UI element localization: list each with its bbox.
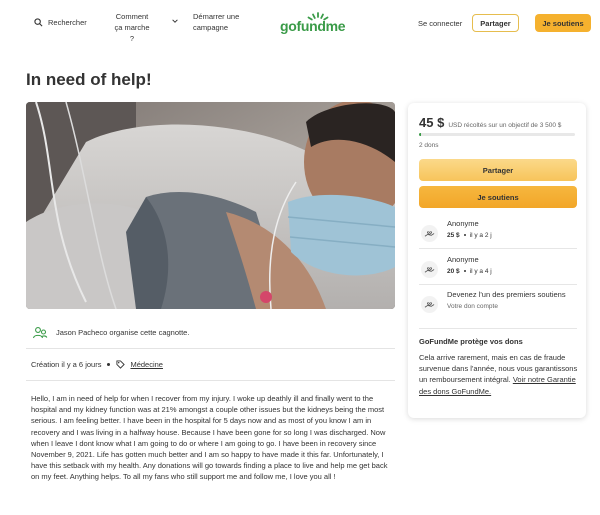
progress-bar-fill	[419, 133, 422, 136]
first-donor-subtitle: Votre don compte	[447, 303, 498, 310]
separator-dot	[107, 363, 111, 366]
organizer-text: Jason Pacheco organise cette cagnotte.	[56, 328, 190, 337]
donor-details: 20 $ il y a 4 j	[447, 268, 492, 275]
donor-icon	[421, 225, 438, 242]
donor-amount: 25 $	[447, 232, 460, 239]
top-nav: Rechercher Comment ça marche ? Démarrer …	[0, 0, 600, 46]
first-donor-title: Devenez l'un des premiers soutiens	[447, 290, 566, 299]
donor-name: Anonyme	[447, 255, 479, 264]
hand-heart-icon	[424, 302, 435, 308]
donor-time: il y a 4 j	[469, 268, 492, 275]
divider	[419, 328, 577, 329]
tag-icon	[116, 360, 126, 369]
campaign-story: Hello, I am in need of help for when I r…	[31, 394, 388, 482]
header-share-button[interactable]: Partager	[472, 14, 519, 32]
protection-title: GoFundMe protège vos dons	[419, 337, 523, 346]
organizer-icon	[32, 326, 48, 338]
search-button[interactable]: Rechercher	[34, 17, 87, 28]
hand-heart-icon	[424, 267, 435, 273]
search-label: Rechercher	[48, 18, 87, 27]
search-icon	[34, 18, 43, 27]
donor-icon	[421, 261, 438, 278]
share-button[interactable]: Partager	[419, 159, 577, 181]
goal-text: USD récoltés sur un objectif de 3 500 $	[448, 122, 562, 129]
how-it-works-link[interactable]: Comment ça marche ?	[112, 11, 152, 44]
login-link[interactable]: Se connecter	[418, 18, 462, 29]
organizer-row: Jason Pacheco organise cette cagnotte.	[26, 319, 395, 346]
donor-details: 25 $ il y a 2 j	[447, 232, 492, 239]
gofundme-logo[interactable]: gofundme	[280, 12, 366, 34]
campaign-photo	[26, 102, 395, 309]
campaign-meta: Création il y a 6 jours Médecine	[31, 360, 163, 369]
donor-icon	[421, 296, 438, 313]
amount-raised: 45 $	[419, 115, 445, 130]
donations-count: 2 dons	[419, 142, 439, 149]
created-date: Création il y a 6 jours	[31, 360, 102, 369]
donor-name: Anonyme	[447, 219, 479, 228]
header-donate-button[interactable]: Je soutiens	[535, 14, 591, 32]
hand-heart-icon	[424, 231, 435, 237]
progress-bar	[419, 133, 575, 136]
donate-button[interactable]: Je soutiens	[419, 186, 577, 208]
donor-time: il y a 2 j	[469, 232, 492, 239]
hospital-patient-image	[26, 102, 395, 309]
protection-text: Cela arrive rarement, mais en cas de fra…	[419, 352, 579, 397]
chevron-down-icon	[172, 19, 178, 23]
amount-row: 45 $ USD récoltés sur un objectif de 3 5…	[419, 115, 561, 130]
page-title: In need of help!	[26, 70, 152, 89]
divider	[419, 284, 577, 285]
how-it-works-dropdown[interactable]	[171, 17, 179, 28]
divider	[26, 380, 395, 381]
donation-card: 45 $ USD récoltés sur un objectif de 3 5…	[408, 103, 586, 418]
first-donor-prompt[interactable]: Devenez l'un des premiers soutiens Votre…	[419, 290, 577, 324]
divider	[419, 248, 577, 249]
logo-text: gofundme	[280, 18, 346, 34]
donor-amount: 20 $	[447, 268, 460, 275]
start-campaign-link[interactable]: Démarrer une campagne	[193, 11, 253, 33]
divider	[26, 348, 395, 349]
category-link[interactable]: Médecine	[130, 360, 163, 369]
